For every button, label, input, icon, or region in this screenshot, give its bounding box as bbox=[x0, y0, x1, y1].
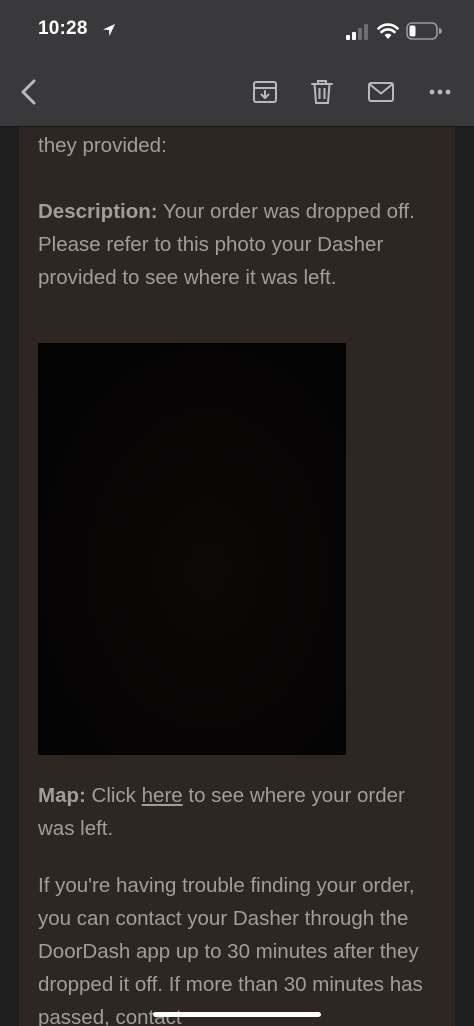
cellular-signal-icon bbox=[346, 24, 368, 40]
description-paragraph: Description: Your order was dropped off.… bbox=[38, 195, 438, 294]
map-label: Map: bbox=[38, 784, 86, 807]
map-text-before: Click bbox=[85, 784, 142, 807]
wifi-icon bbox=[377, 23, 399, 39]
partial-line: they provided: bbox=[38, 134, 167, 157]
description-label: Description: bbox=[38, 200, 158, 223]
trash-icon[interactable] bbox=[306, 76, 338, 108]
battery-icon bbox=[406, 22, 442, 40]
archive-icon[interactable] bbox=[249, 76, 281, 108]
top-bar: 10:28 bbox=[0, 0, 474, 126]
trouble-paragraph: If you're having trouble finding your or… bbox=[38, 874, 423, 1026]
more-icon[interactable] bbox=[424, 76, 456, 108]
map-here-link[interactable]: here bbox=[142, 784, 183, 807]
map-paragraph: Map: Click here to see where your order … bbox=[38, 779, 438, 845]
mail-icon[interactable] bbox=[365, 76, 397, 108]
delivery-photo[interactable] bbox=[38, 343, 346, 755]
chevron-left-icon[interactable] bbox=[14, 76, 46, 108]
home-indicator[interactable] bbox=[153, 1012, 321, 1017]
status-time: 10:28 bbox=[38, 18, 88, 39]
location-arrow-icon bbox=[103, 24, 115, 36]
screen: they provided: Description: Your order w… bbox=[0, 0, 474, 1026]
